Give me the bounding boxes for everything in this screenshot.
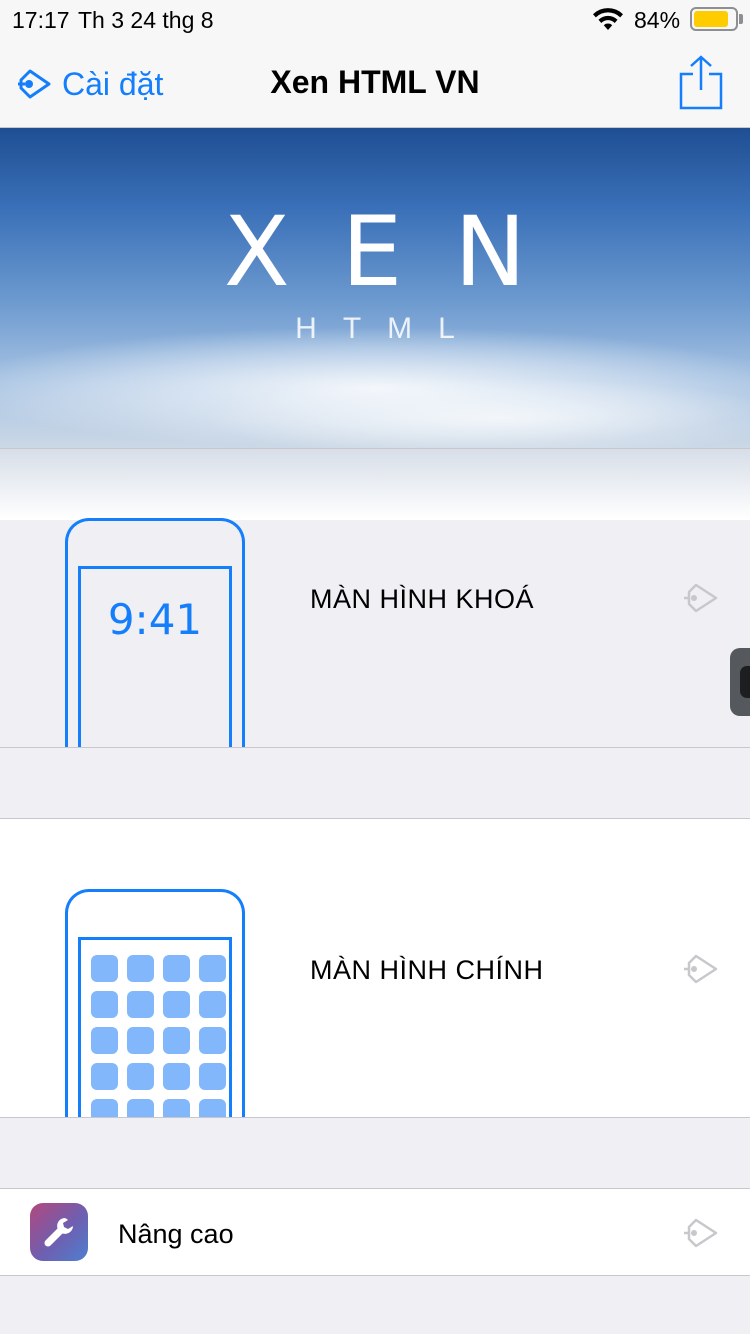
cloud-haze (200, 378, 750, 448)
homescreen-label: MÀN HÌNH CHÍNH (310, 955, 544, 985)
lockscreen-preview-time: 9:41 (107, 595, 203, 644)
app-tile (91, 1099, 118, 1117)
wifi-icon (593, 8, 623, 30)
battery-icon (690, 7, 738, 31)
battery-level (694, 11, 728, 27)
advanced-label: Nâng cao (118, 1219, 234, 1249)
app-tile (127, 1063, 154, 1090)
phone-screen (78, 937, 232, 1117)
app-tile (163, 1063, 190, 1090)
side-handle[interactable] (730, 648, 750, 716)
app-tile (127, 1099, 154, 1117)
back-button[interactable]: Cài đặt (16, 60, 163, 108)
status-time: 17:17 (12, 7, 70, 33)
app-tile (199, 1099, 226, 1117)
chevron-right-icon (684, 1218, 718, 1248)
app-tile (199, 1063, 226, 1090)
app-tile (91, 991, 118, 1018)
logo-title: XEN (223, 196, 579, 308)
app-tile (163, 991, 190, 1018)
app-tile (91, 1063, 118, 1090)
app-grid-preview (91, 955, 226, 1117)
app-tile (91, 1027, 118, 1054)
status-bar: 17:17 Th 3 24 thg 8 84% (0, 0, 750, 40)
chevron-right-icon (684, 583, 718, 613)
homescreen-cell[interactable]: MÀN HÌNH CHÍNH (0, 818, 750, 1118)
chevron-right-icon (684, 954, 718, 984)
logo-subtitle: HTML (295, 312, 481, 345)
phone-outline-icon (65, 889, 245, 1117)
app-tile (91, 955, 118, 982)
app-tile (163, 955, 190, 982)
app-tile (127, 1027, 154, 1054)
battery-percent: 84% (634, 7, 681, 33)
lockscreen-cell[interactable]: 9:41 MÀN HÌNH KHOÁ (0, 500, 750, 748)
app-tile (199, 1027, 226, 1054)
back-label: Cài đặt (62, 65, 164, 102)
share-icon[interactable] (676, 54, 726, 112)
wrench-icon (44, 1218, 73, 1247)
header-banner: XEN HTML (0, 128, 750, 448)
battery-tip (739, 14, 743, 24)
advanced-app-icon (30, 1203, 88, 1261)
phone-screen: 9:41 (78, 566, 232, 747)
app-tile (199, 991, 226, 1018)
app-tile (199, 955, 226, 982)
status-date: Th 3 24 thg 8 (78, 7, 214, 33)
phone-outline-icon: 9:41 (65, 518, 245, 747)
app-tile (163, 1099, 190, 1117)
lockscreen-label: MÀN HÌNH KHOÁ (310, 584, 535, 614)
back-icon (18, 69, 51, 99)
app-tile (127, 991, 154, 1018)
app-tile (163, 1027, 190, 1054)
app-tile (127, 955, 154, 982)
navigation-bar: Cài đặt Xen HTML VN (0, 40, 750, 128)
advanced-row[interactable]: Nâng cao (0, 1188, 750, 1276)
